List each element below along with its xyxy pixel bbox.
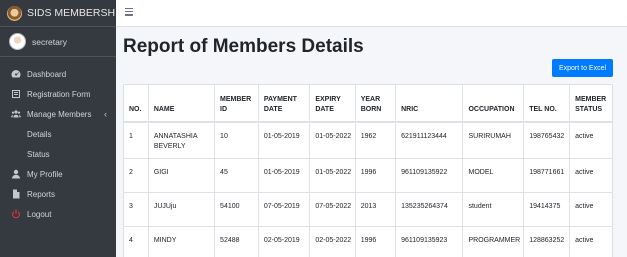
column-header[interactable]: NRIC bbox=[395, 84, 464, 123]
table-cell: 198771661 bbox=[523, 158, 571, 193]
table-cell: PROGRAMMER bbox=[462, 226, 525, 257]
table-cell: active bbox=[569, 121, 613, 159]
sidebar-item-label: My Profile bbox=[27, 169, 63, 179]
hamburger-menu-icon[interactable] bbox=[125, 8, 133, 16]
sidebar-item-label: Details bbox=[27, 129, 52, 139]
table-row: 2 GIGI 45 01-05-2019 01-05-2022 1996 961… bbox=[123, 158, 613, 193]
table-cell: 4 bbox=[123, 226, 149, 257]
chevron-left-icon: ‹ bbox=[104, 109, 107, 119]
brand-name: SIDS MEMBERSHIP bbox=[27, 7, 126, 19]
members-table-container: NO. NAME MEMBER ID PAYMENT DATE EXPIRY D… bbox=[123, 84, 613, 257]
sidebar-item-label: Manage Members bbox=[27, 109, 92, 119]
column-header[interactable]: YEAR BORN bbox=[355, 84, 397, 123]
table-cell: 1996 bbox=[355, 226, 397, 257]
table-cell: SURIRUMAH bbox=[462, 121, 525, 159]
table-cell: 01-05-2019 bbox=[258, 158, 311, 193]
column-header[interactable]: EXPIRY DATE bbox=[309, 84, 356, 123]
user-name: secretary bbox=[32, 36, 67, 47]
table-cell: 1962 bbox=[355, 121, 397, 159]
sidebar-item-label: Registration Form bbox=[27, 89, 91, 99]
table-cell: 135235264374 bbox=[395, 192, 464, 227]
export-to-excel-button[interactable]: Export to Excel bbox=[552, 59, 613, 77]
file-icon bbox=[11, 189, 21, 199]
table-cell: 01-05-2022 bbox=[309, 121, 356, 159]
sidebar-item-label: Dashboard bbox=[27, 69, 67, 79]
table-header-row: NO. NAME MEMBER ID PAYMENT DATE EXPIRY D… bbox=[123, 84, 613, 123]
table-row: 1 ANNATASHIA BEVERLY 10 01-05-2019 01-05… bbox=[123, 121, 613, 159]
table-cell: 1 bbox=[123, 121, 149, 159]
table-cell: 961109135923 bbox=[395, 226, 464, 257]
table-cell: 2013 bbox=[355, 192, 397, 227]
table-cell: 54100 bbox=[214, 192, 259, 227]
table-cell: 52488 bbox=[214, 226, 259, 257]
form-icon bbox=[11, 89, 21, 99]
table-cell: 02-05-2022 bbox=[309, 226, 356, 257]
users-icon bbox=[11, 109, 21, 119]
column-header[interactable]: NAME bbox=[148, 84, 216, 123]
column-header[interactable]: PAYMENT DATE bbox=[258, 84, 311, 123]
sidebar: SIDS MEMBERSHIP secretary Dashboard Regi… bbox=[0, 0, 125, 257]
page-title: Report of Members Details bbox=[123, 36, 364, 57]
sidebar-item-status[interactable]: Status bbox=[0, 144, 116, 164]
user-icon bbox=[11, 169, 21, 179]
column-header[interactable]: NO. bbox=[123, 84, 149, 123]
brand-link[interactable]: SIDS MEMBERSHIP bbox=[0, 0, 125, 27]
table-cell: active bbox=[569, 226, 613, 257]
sidebar-item-dashboard[interactable]: Dashboard bbox=[0, 64, 116, 84]
avatar bbox=[9, 33, 26, 50]
sidebar-item-label: Logout bbox=[27, 209, 52, 219]
table-cell: ANNATASHIA BEVERLY bbox=[148, 121, 216, 159]
main-content: Report of Members Details Export to Exce… bbox=[116, 27, 627, 257]
table-cell: 19414375 bbox=[523, 192, 571, 227]
table-cell: 1996 bbox=[355, 158, 397, 193]
top-navbar bbox=[116, 0, 627, 27]
table-cell: 45 bbox=[214, 158, 259, 193]
table-cell: 3 bbox=[123, 192, 149, 227]
sidebar-item-reports[interactable]: Reports bbox=[0, 184, 116, 204]
table-cell: 01-05-2019 bbox=[258, 121, 311, 159]
column-header[interactable]: MEMBER ID bbox=[214, 84, 259, 123]
sidebar-item-logout[interactable]: Logout bbox=[0, 204, 116, 224]
column-header[interactable]: OCCUPATION bbox=[462, 84, 525, 123]
table-cell: JUJUju bbox=[148, 192, 216, 227]
table-row: 4 MINDY 52488 02-05-2019 02-05-2022 1996… bbox=[123, 226, 613, 257]
table-cell: 2 bbox=[123, 158, 149, 193]
table-cell: MINDY bbox=[148, 226, 216, 257]
brand-logo-icon bbox=[7, 5, 22, 21]
user-panel[interactable]: secretary bbox=[0, 27, 116, 57]
table-cell: 621911123444 bbox=[395, 121, 464, 159]
table-cell: 01-05-2022 bbox=[309, 158, 356, 193]
dashboard-icon bbox=[11, 69, 21, 79]
members-table: NO. NAME MEMBER ID PAYMENT DATE EXPIRY D… bbox=[123, 84, 613, 257]
table-cell: 961109135922 bbox=[395, 158, 464, 193]
sidebar-item-my-profile[interactable]: My Profile bbox=[0, 164, 116, 184]
sidebar-item-details[interactable]: Details bbox=[0, 124, 116, 144]
table-cell: 128863252 bbox=[523, 226, 571, 257]
sidebar-item-registration-form[interactable]: Registration Form bbox=[0, 84, 116, 104]
column-header[interactable]: MEMBER STATUS bbox=[569, 84, 613, 123]
table-cell: student bbox=[462, 192, 525, 227]
table-cell: active bbox=[569, 158, 613, 193]
table-cell: GIGI bbox=[148, 158, 216, 193]
power-icon bbox=[11, 209, 21, 219]
table-cell: 07-05-2022 bbox=[309, 192, 356, 227]
table-cell: MODEL bbox=[462, 158, 525, 193]
table-cell: active bbox=[569, 192, 613, 227]
sidebar-item-manage-members[interactable]: Manage Members ‹ bbox=[0, 104, 116, 124]
sidebar-item-label: Status bbox=[27, 149, 50, 159]
table-row: 3 JUJUju 54100 07-05-2019 07-05-2022 201… bbox=[123, 192, 613, 227]
table-cell: 07-05-2019 bbox=[258, 192, 311, 227]
table-cell: 198765432 bbox=[523, 121, 571, 159]
table-cell: 10 bbox=[214, 121, 259, 159]
sidebar-item-label: Reports bbox=[27, 189, 56, 199]
column-header[interactable]: TEL NO. bbox=[523, 84, 571, 123]
sidebar-nav: Dashboard Registration Form Manage Membe… bbox=[0, 57, 116, 224]
table-cell: 02-05-2019 bbox=[258, 226, 311, 257]
